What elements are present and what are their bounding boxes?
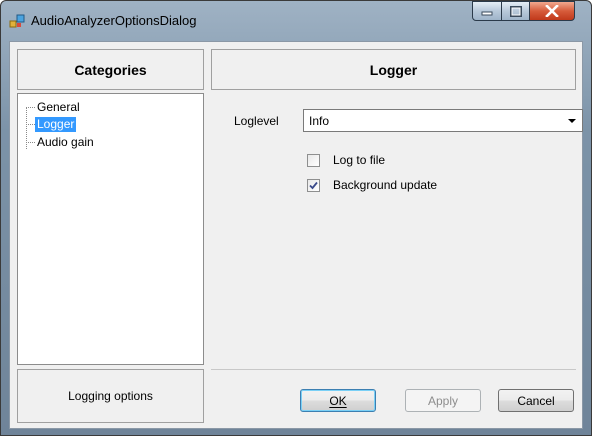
loglevel-value: Info — [309, 114, 330, 128]
minimize-icon — [473, 2, 501, 20]
dropdown-arrow-icon[interactable] — [568, 119, 576, 123]
categories-tree[interactable]: General Logger Audio gain — [17, 93, 204, 365]
minimize-button[interactable] — [472, 1, 502, 21]
category-description: Logging options — [17, 369, 204, 423]
log-to-file-label[interactable]: Log to file — [333, 153, 385, 167]
panel-header: Logger — [211, 49, 576, 90]
checkmark-icon — [309, 181, 318, 189]
ok-button[interactable]: OK — [300, 389, 376, 412]
loglevel-label: Loglevel — [234, 114, 279, 128]
background-update-checkbox[interactable] — [307, 178, 320, 192]
background-update-option[interactable]: Background update — [307, 178, 437, 192]
maximize-button[interactable] — [501, 1, 530, 21]
categories-header: Categories — [17, 49, 204, 90]
cancel-button[interactable]: Cancel — [498, 389, 574, 412]
tree-item-label: Logger — [35, 116, 77, 132]
tree-item-general[interactable]: General — [26, 99, 82, 115]
tree-branch-line — [26, 141, 35, 143]
app-icon — [9, 13, 25, 29]
background-update-label[interactable]: Background update — [333, 178, 437, 192]
tree-item-logger[interactable]: Logger — [26, 116, 77, 132]
button-separator — [211, 369, 576, 370]
apply-button[interactable]: Apply — [405, 389, 481, 412]
tree-item-label: Audio gain — [37, 134, 94, 149]
log-to-file-option[interactable]: Log to file — [307, 153, 385, 167]
tree-item-label: General — [37, 99, 80, 114]
dialog-client-area: Categories Logger General Logger Audio g… — [9, 41, 583, 429]
maximize-icon — [502, 2, 529, 20]
tree-branch-line — [26, 106, 35, 108]
window-title: AudioAnalyzerOptionsDialog — [31, 13, 197, 28]
title-bar[interactable]: AudioAnalyzerOptionsDialog — [1, 1, 591, 41]
tree-branch-line — [26, 123, 35, 125]
apply-button-label: Apply — [427, 393, 459, 408]
loglevel-dropdown[interactable]: Info — [303, 109, 583, 132]
dialog-window: AudioAnalyzerOptionsDialog Categories Lo… — [0, 0, 592, 436]
ok-button-label: OK — [329, 393, 347, 408]
log-to-file-checkbox[interactable] — [307, 153, 320, 167]
close-icon — [530, 2, 574, 20]
cancel-button-label: Cancel — [517, 393, 555, 408]
tree-item-audio-gain[interactable]: Audio gain — [26, 134, 96, 150]
close-button[interactable] — [529, 1, 575, 21]
